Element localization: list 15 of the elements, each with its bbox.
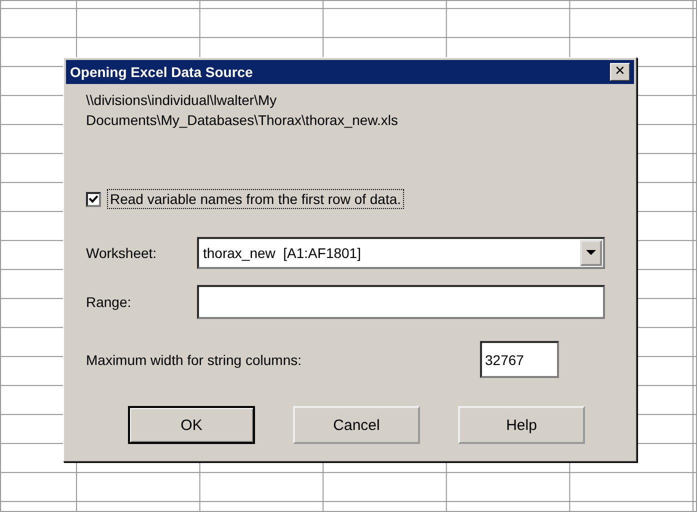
close-button[interactable]: ✕ xyxy=(610,63,630,81)
check-icon xyxy=(89,195,98,203)
dialog-button[interactable]: OK xyxy=(128,406,255,444)
range-field[interactable] xyxy=(197,285,605,319)
width-field[interactable]: 32767 xyxy=(480,341,559,378)
window-title: Opening Excel Data Source xyxy=(70,64,253,80)
checkbox-label[interactable]: Read variable names from the first row of data. xyxy=(107,189,404,209)
field-label: Range: xyxy=(86,294,132,310)
file-path: \\divisions\individual\lwalter\My Documents\My_Databases\Thorax\thorax_new.xls xyxy=(86,91,400,130)
checkbox[interactable] xyxy=(86,192,101,206)
dialog-button[interactable]: Help xyxy=(458,406,585,444)
dialog-button[interactable]: Cancel xyxy=(293,406,420,444)
field-label: Maximum width for string columns: xyxy=(86,352,303,368)
field-label: Worksheet: xyxy=(86,245,158,261)
worksheet-dropdown[interactable]: thorax_new [A1:AF1801] xyxy=(197,237,605,269)
